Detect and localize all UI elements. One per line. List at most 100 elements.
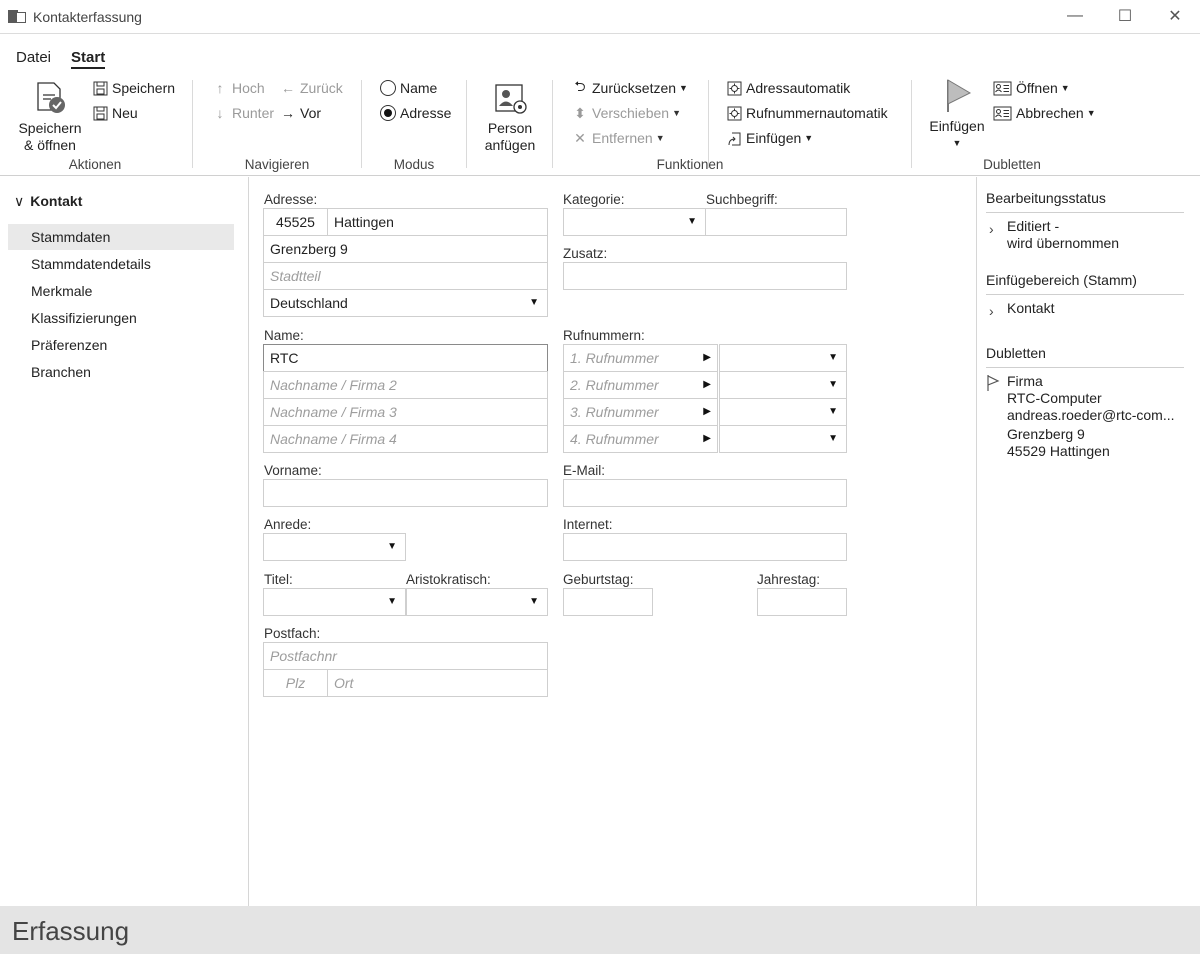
chevron-right-icon[interactable]: › — [989, 303, 994, 319]
tab-start-label: Start — [71, 49, 106, 69]
nav-header-kontakt[interactable]: ∨ Kontakt — [14, 193, 82, 210]
nav-item-merkmale[interactable]: Merkmale — [8, 278, 234, 304]
name2-input[interactable]: Nachname / Firma 2 — [263, 371, 548, 399]
aristocratic-select[interactable]: ▼ — [406, 588, 548, 616]
save-open-button[interactable]: Speichern & öffnen — [16, 80, 84, 154]
back-button[interactable]: ← Zurück — [280, 80, 343, 96]
pobox-number-input[interactable]: Postfachnr — [263, 642, 548, 670]
phone2-type-select[interactable]: ▼ — [719, 371, 847, 399]
up-button[interactable]: ↑ Hoch — [212, 80, 265, 96]
first-name-input[interactable] — [263, 479, 548, 507]
street-input[interactable]: Grenzberg 9 — [263, 235, 548, 263]
play-arrow-icon[interactable]: ▶ — [703, 345, 711, 371]
dropdown-icon: ▼ — [828, 406, 838, 417]
category-select[interactable]: ▼ — [563, 208, 706, 236]
phone1-placeholder: 1. Rufnummer — [570, 350, 659, 366]
phone1-type-select[interactable]: ▼ — [719, 344, 847, 372]
status-line-1: Editiert - — [1007, 218, 1060, 234]
name3-input[interactable]: Nachname / Firma 3 — [263, 398, 548, 426]
email-input[interactable] — [563, 479, 847, 507]
down-button[interactable]: ↓ Runter — [212, 105, 275, 121]
add-person-label-2: anfügen — [484, 137, 536, 153]
salutation-select[interactable]: ▼ — [263, 533, 406, 561]
country-select[interactable]: Deutschland ▼ — [263, 289, 548, 317]
ribbon-separator — [552, 80, 553, 168]
cancel-duplicate-label: Abbrechen — [1016, 105, 1084, 121]
phone4-type-select[interactable]: ▼ — [719, 425, 847, 453]
remove-button[interactable]: ✕ Entfernen ▼ — [572, 130, 665, 147]
nav-item-klassifizierungen[interactable]: Klassifizierungen — [8, 305, 234, 331]
open-duplicate-button[interactable]: Öffnen ▼ — [992, 80, 1070, 96]
reset-button[interactable]: ⮌ Zurücksetzen ▼ — [572, 78, 688, 96]
mode-name-radio[interactable]: Name — [380, 80, 437, 96]
internet-input[interactable] — [563, 533, 847, 561]
close-button[interactable]: ✕ — [1150, 0, 1200, 32]
category-label: Kategorie: — [563, 192, 625, 207]
maximize-button[interactable]: ☐ — [1100, 0, 1150, 32]
save-open-label-2: & öffnen — [24, 137, 76, 153]
add-person-button[interactable]: Person anfügen — [480, 82, 540, 154]
mode-name-label: Name — [400, 80, 438, 96]
play-arrow-icon[interactable]: ▶ — [703, 372, 711, 398]
name-input[interactable]: RTC — [263, 344, 548, 372]
city-input[interactable]: Hattingen — [327, 208, 548, 236]
new-icon — [92, 105, 108, 121]
save-button[interactable]: Speichern — [92, 80, 175, 96]
nav-item-stammdaten[interactable]: Stammdaten — [8, 224, 234, 250]
phone4-input[interactable]: 4. Rufnummer ▶ — [563, 425, 718, 453]
phone-automation-button[interactable]: Rufnummernautomatik — [726, 105, 888, 121]
phone3-input[interactable]: 3. Rufnummer ▶ — [563, 398, 718, 426]
district-input[interactable]: Stadtteil — [263, 262, 548, 290]
search-term-input[interactable] — [705, 208, 847, 236]
insert-function-button[interactable]: Einfügen ▼ — [726, 130, 813, 146]
status-bar: Erfassung — [0, 906, 1200, 954]
phone3-type-select[interactable]: ▼ — [719, 398, 847, 426]
name-label: Name: — [264, 328, 304, 343]
play-arrow-icon[interactable]: ▶ — [703, 399, 711, 425]
duplicate-line-3: andreas.roeder@rtc-com... — [1007, 407, 1175, 423]
phone1-input[interactable]: 1. Rufnummer ▶ — [563, 344, 718, 372]
add-person-icon — [495, 84, 527, 114]
insert-duplicate-button[interactable]: Einfügen ▼ — [926, 76, 988, 152]
move-button[interactable]: ⬍ Verschieben ▼ — [572, 104, 681, 122]
pobox-city-input[interactable]: Ort — [327, 669, 548, 697]
phone2-input[interactable]: 2. Rufnummer ▶ — [563, 371, 718, 399]
nav-item-stammdatendetails[interactable]: Stammdatendetails — [8, 251, 234, 277]
chevron-right-icon[interactable]: › — [989, 221, 994, 237]
status-line-2: wird übernommen — [1007, 235, 1120, 251]
phone4-placeholder: 4. Rufnummer — [570, 431, 659, 447]
group-label-modus: Modus — [393, 157, 435, 172]
flag-icon — [986, 374, 1000, 395]
nav-item-branchen[interactable]: Branchen — [8, 359, 234, 385]
status-header: Bearbeitungsstatus — [986, 190, 1184, 213]
insert-area-item[interactable]: Kontakt — [1007, 300, 1054, 317]
mode-address-radio[interactable]: Adresse — [380, 105, 451, 121]
anniversary-label: Jahrestag: — [757, 572, 821, 587]
dropdown-icon: ▼ — [679, 83, 688, 93]
addition-input[interactable] — [563, 262, 847, 290]
minimize-button[interactable]: — — [1050, 0, 1100, 32]
arrow-down-icon: ↓ — [216, 105, 224, 121]
dropdown-icon: ▼ — [828, 379, 838, 390]
new-button[interactable]: Neu — [92, 105, 138, 121]
address-automation-button[interactable]: Adressautomatik — [726, 80, 850, 96]
play-arrow-icon[interactable]: ▶ — [703, 426, 711, 452]
add-person-label-1: Person — [487, 120, 533, 136]
aristocratic-label: Aristokratisch: — [406, 572, 491, 587]
zip-input[interactable]: 45525 — [263, 208, 328, 236]
pobox-zip-input[interactable]: Plz — [263, 669, 328, 697]
ribbon-separator — [192, 80, 193, 168]
radio-selected-icon — [380, 105, 396, 121]
move-updown-icon: ⬍ — [574, 104, 586, 121]
window-title: Kontakterfassung — [33, 8, 142, 25]
tab-datei[interactable]: Datei — [0, 46, 51, 72]
title-select[interactable]: ▼ — [263, 588, 406, 616]
anniversary-input[interactable] — [757, 588, 847, 616]
forward-button[interactable]: → Vor — [280, 105, 321, 121]
nav-item-praeferenzen[interactable]: Präferenzen — [8, 332, 234, 358]
cancel-duplicate-button[interactable]: Abbrechen ▼ — [992, 105, 1096, 121]
birthday-input[interactable] — [563, 588, 653, 616]
tab-start[interactable]: Start — [71, 46, 106, 72]
phones-label: Rufnummern: — [563, 328, 645, 343]
name4-input[interactable]: Nachname / Firma 4 — [263, 425, 548, 453]
